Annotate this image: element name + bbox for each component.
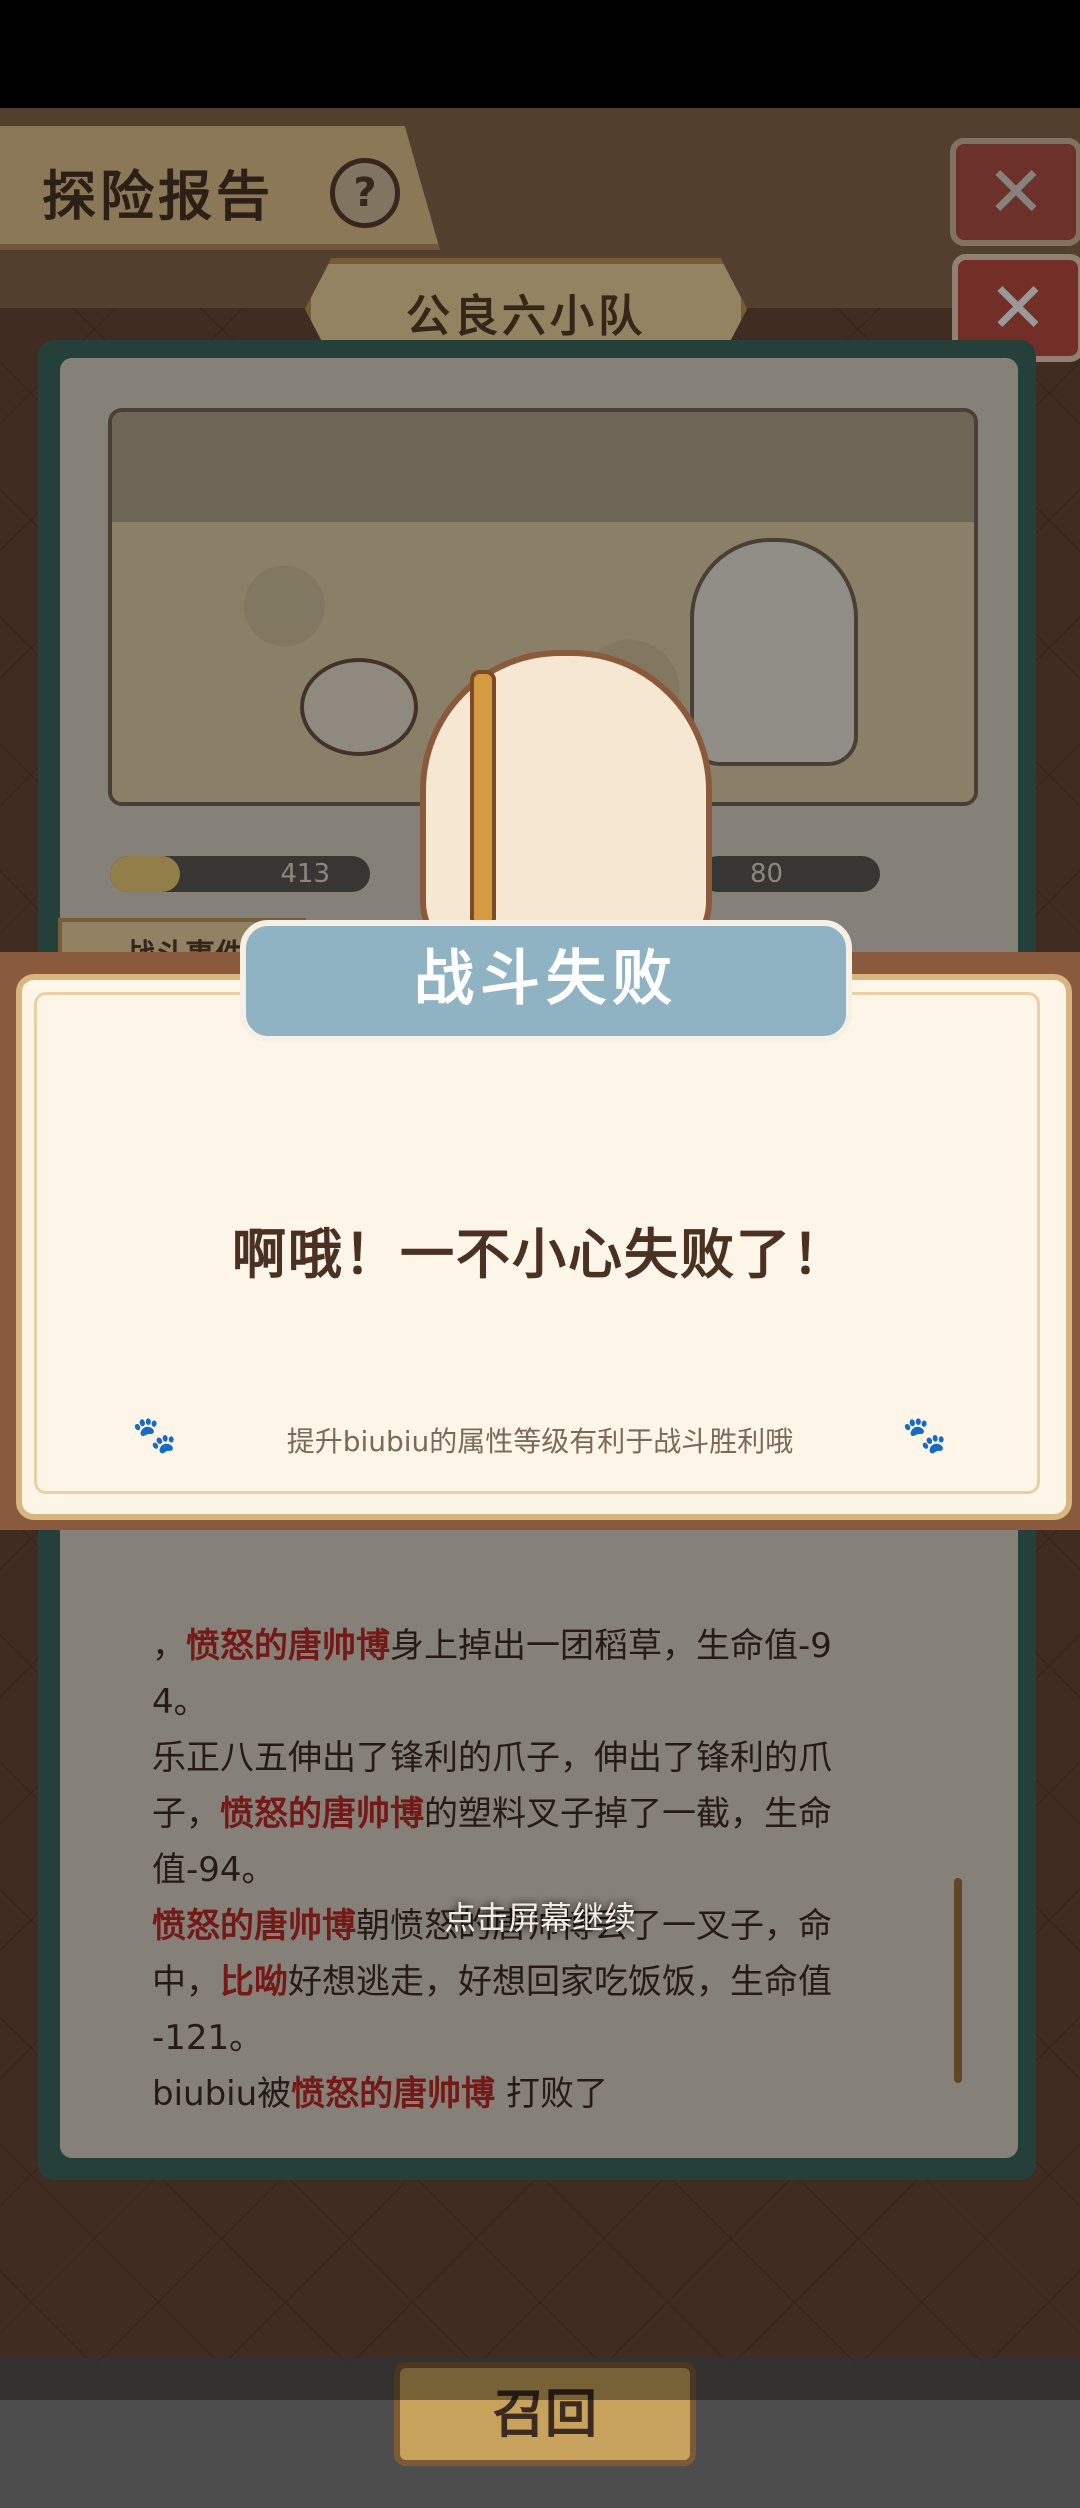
tap-to-continue[interactable]: 点击屏幕继续 (0, 1893, 1080, 1939)
defeat-banner-title: 战斗失败 (414, 944, 678, 1014)
mascot-staff (470, 670, 496, 928)
paw-icon: 🐾 (902, 1415, 947, 1456)
mascot-character (420, 650, 712, 962)
defeat-message: 啊哦！一不小心失败了！ (232, 1223, 848, 1286)
